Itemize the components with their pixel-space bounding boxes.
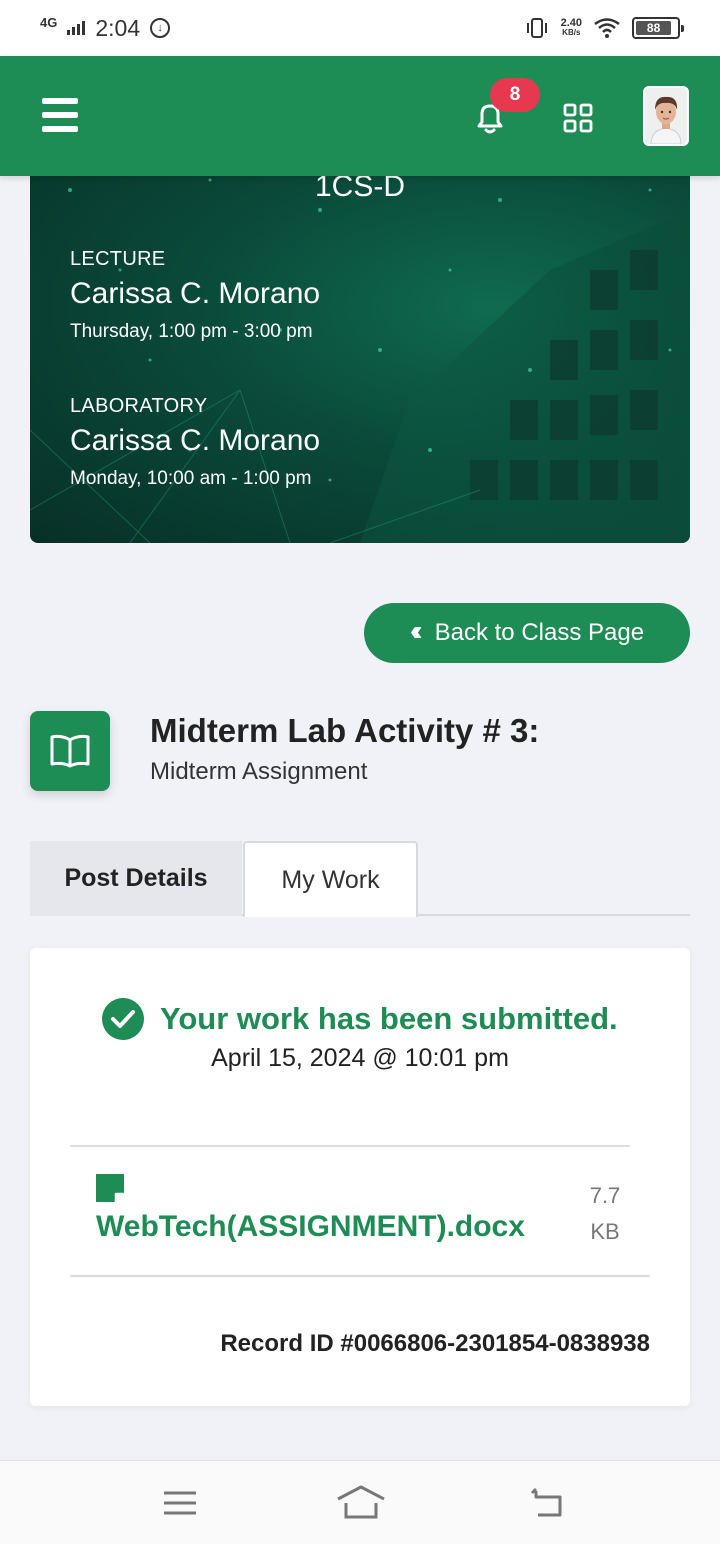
file-size: 7.7 KB xyxy=(589,1183,621,1244)
record-id: Record ID #0066806-2301854-0838938 xyxy=(220,1330,650,1357)
laboratory-schedule: Monday, 10:00 am - 1:00 pm xyxy=(70,468,312,489)
tab-my-work[interactable]: My Work xyxy=(243,841,418,917)
divider xyxy=(70,1275,650,1277)
home-icon[interactable] xyxy=(336,1483,386,1523)
book-icon xyxy=(30,711,110,791)
apps-grid-icon[interactable] xyxy=(562,102,594,134)
laboratory-section: LABORATORY Carissa C. Morano Monday, 10:… xyxy=(70,395,320,490)
back-icon[interactable] xyxy=(528,1483,568,1523)
signal-icon xyxy=(67,21,86,35)
tab-post-details[interactable]: Post Details xyxy=(30,841,242,916)
submission-status: Your work has been submitted. xyxy=(102,998,618,1040)
lecture-section: LECTURE Carissa C. Morano Thursday, 1:00… xyxy=(70,248,320,343)
back-button-label: Back to Class Page xyxy=(434,619,645,646)
submission-card: Your work has been submitted. April 15, … xyxy=(30,948,690,1406)
recent-apps-icon[interactable] xyxy=(160,1483,200,1523)
submitted-message: Your work has been submitted. xyxy=(160,1001,618,1036)
battery-icon: 88 xyxy=(632,17,684,39)
class-banner: 1CS-D LECTURE Carissa C. Morano Thursday… xyxy=(30,150,690,543)
system-nav-bar xyxy=(0,1460,720,1544)
notification-badge[interactable]: 8 xyxy=(490,78,540,112)
lecture-schedule: Thursday, 1:00 pm - 3:00 pm xyxy=(70,321,313,342)
double-chevron-left-icon: ‹‹ xyxy=(409,615,422,646)
lecture-instructor: Carissa C. Morano xyxy=(70,277,321,310)
divider xyxy=(70,1145,630,1147)
vibrate-icon xyxy=(526,18,547,38)
back-to-class-button[interactable]: ‹‹ Back to Class Page xyxy=(364,603,690,663)
network-speed: 2.40 KB/s xyxy=(560,17,582,38)
activity-subtitle: Midterm Assignment xyxy=(150,758,368,785)
laboratory-instructor: Carissa C. Morano xyxy=(70,424,321,457)
laboratory-label: LABORATORY xyxy=(70,395,208,417)
network-type: 4G xyxy=(40,14,58,30)
tab-bar: Post Details My Work xyxy=(30,841,690,917)
data-saver-icon: ↓ xyxy=(150,18,171,38)
attached-file-link[interactable]: WebTech(ASSIGNMENT).docx xyxy=(96,1210,525,1244)
activity-title: Midterm Lab Activity # 3: xyxy=(150,712,540,749)
file-icon xyxy=(96,1174,124,1202)
wifi-icon xyxy=(594,18,620,38)
status-bar: 4G 2:04 ↓ 2.40 KB/s 88 xyxy=(0,0,720,56)
check-circle-icon xyxy=(102,998,144,1040)
menu-icon[interactable] xyxy=(42,98,78,132)
app-header: 8 xyxy=(0,56,720,176)
submission-date: April 15, 2024 @ 10:01 pm xyxy=(211,1044,509,1072)
lecture-label: LECTURE xyxy=(70,248,166,270)
status-time: 2:04 xyxy=(95,14,141,41)
avatar[interactable] xyxy=(643,86,689,146)
